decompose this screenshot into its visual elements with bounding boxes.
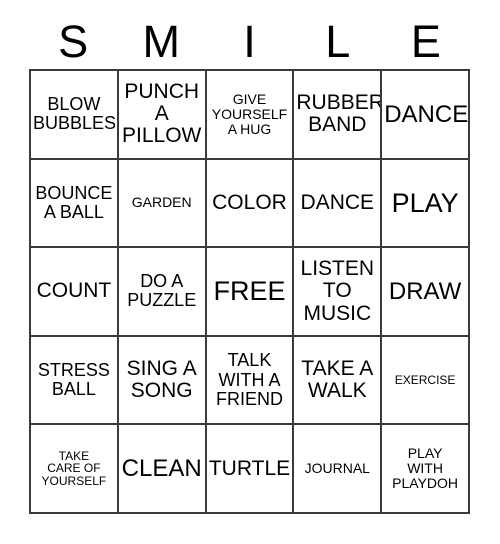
header-letter-2: I <box>243 16 256 67</box>
bingo-cell-r1c3[interactable]: GIVE YOURSELF A HUG <box>206 71 295 160</box>
bingo-cell-label: PLAY WITH PLAYDOH <box>392 445 459 492</box>
bingo-cell-label: TALK WITH A FRIEND <box>215 350 283 409</box>
bingo-cell-label: GARDEN <box>131 194 192 211</box>
bingo-cell-r5c5[interactable]: PLAY WITH PLAYDOH <box>382 425 470 514</box>
bingo-card: S M I L E BLOW BUBBLES PUNCH A PILLOW GIVE… <box>0 0 500 544</box>
bingo-cell-label: PUNCH A PILLOW <box>122 79 202 148</box>
bingo-cell-r2c2[interactable]: GARDEN <box>118 159 207 249</box>
bingo-cell-label: GIVE YOURSELF A HUG <box>211 91 288 137</box>
bingo-cell-r1c5[interactable]: DANCE <box>382 71 470 160</box>
bingo-header: S M I L E <box>29 14 470 69</box>
bingo-grid: BLOW BUBBLES PUNCH A PILLOW GIVE YOURSELF … <box>29 69 470 514</box>
bingo-cell-label: PLAY <box>391 187 459 218</box>
bingo-cell-label: LISTEN TO MUSIC <box>300 257 375 325</box>
bingo-cell-label: JOURNAL <box>304 460 370 477</box>
bingo-cell-label: STRESS BALL <box>37 360 110 400</box>
bingo-cell-label: DRAW <box>388 277 462 305</box>
bingo-cell-r2c1[interactable]: BOUNCE A BALL <box>31 159 119 249</box>
bingo-cell-label: DANCE <box>384 100 469 128</box>
bingo-cell-r5c1[interactable]: TAKE CARE OF YOURSELF <box>31 425 119 514</box>
bingo-cell-r4c3[interactable]: TALK WITH A FRIEND <box>206 336 295 426</box>
bingo-cell-label: FREE <box>213 276 286 307</box>
bingo-cell-r4c4[interactable]: TAKE A WALK <box>294 336 383 426</box>
bingo-cell-label: TAKE CARE OF YOURSELF <box>41 448 107 489</box>
bingo-cell-label: DANCE <box>300 190 375 214</box>
bingo-cell-label: CLEAN <box>121 454 202 482</box>
bingo-cell-r4c1[interactable]: STRESS BALL <box>31 336 119 426</box>
bingo-cell-r3c5[interactable]: DRAW <box>382 248 470 337</box>
bingo-cell-label: DO A PUZZLE <box>127 271 197 311</box>
bingo-cell-r5c4[interactable]: JOURNAL <box>294 425 383 514</box>
bingo-cell-r2c5[interactable]: PLAY <box>382 159 470 249</box>
header-letter-3: L <box>325 16 351 67</box>
bingo-cell-label: TAKE A WALK <box>301 356 374 403</box>
bingo-cell-label: BLOW BUBBLES <box>33 94 117 134</box>
bingo-cell-r1c1[interactable]: BLOW BUBBLES <box>31 71 119 160</box>
bingo-cell-r3c1[interactable]: COUNT <box>31 248 119 337</box>
bingo-cell-r3c2[interactable]: DO A PUZZLE <box>118 248 207 337</box>
bingo-cell-label: EXERCISE <box>394 372 456 387</box>
bingo-cell-r5c2[interactable]: CLEAN <box>118 425 207 514</box>
bingo-cell-r2c4[interactable]: DANCE <box>294 159 383 249</box>
bingo-cell-r1c2[interactable]: PUNCH A PILLOW <box>118 71 207 160</box>
header-letter-0: S <box>58 16 89 67</box>
bingo-cell-r5c3[interactable]: TURTLE <box>206 425 295 514</box>
header-letter-4: E <box>410 16 441 67</box>
bingo-cell-r4c2[interactable]: SING A SONG <box>118 336 207 426</box>
bingo-cell-label: COUNT <box>36 279 112 303</box>
bingo-cell-r1c4[interactable]: RUBBER BAND <box>294 71 383 160</box>
header-letter-1: M <box>142 16 181 67</box>
bingo-cell-r3c3[interactable]: FREE <box>206 248 295 337</box>
bingo-cell-label: COLOR <box>212 190 287 214</box>
bingo-cell-label: TURTLE <box>208 456 291 480</box>
bingo-cell-label: RUBBER BAND <box>296 91 383 137</box>
bingo-cell-label: SING A SONG <box>126 356 197 403</box>
bingo-cell-r2c3[interactable]: COLOR <box>206 159 295 249</box>
bingo-cell-r3c4[interactable]: LISTEN TO MUSIC <box>294 248 383 337</box>
bingo-cell-label: BOUNCE A BALL <box>35 182 113 222</box>
bingo-cell-r4c5[interactable]: EXERCISE <box>382 336 470 426</box>
